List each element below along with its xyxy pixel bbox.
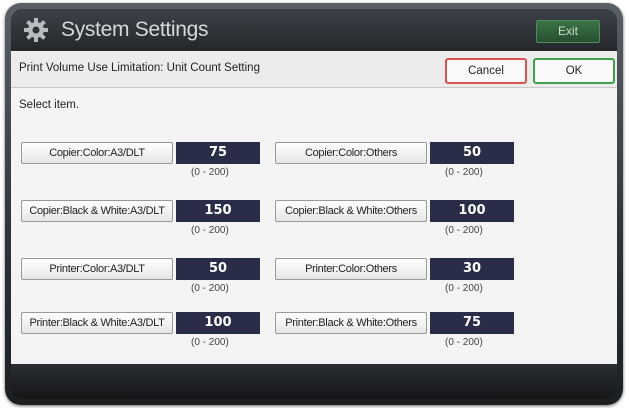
app-title: System Settings <box>61 18 209 41</box>
setting-item-button[interactable]: Copier:Black & White:A3/DLT <box>21 200 173 222</box>
setting-item-copier-color-a3: Copier:Color:A3/DLT 75 (0 - 200) <box>21 142 266 184</box>
setting-item-button[interactable]: Printer:Color:A3/DLT <box>21 258 173 280</box>
setting-item-button[interactable]: Printer:Black & White:Others <box>275 312 427 334</box>
setting-item-printer-color-a3: Printer:Color:A3/DLT 50 (0 - 200) <box>21 258 266 300</box>
setting-item-printer-bw-others: Printer:Black & White:Others 75 (0 - 200… <box>275 312 520 354</box>
setting-item-range: (0 - 200) <box>445 225 483 236</box>
setting-item-copier-bw-others: Copier:Black & White:Others 100 (0 - 200… <box>275 200 520 242</box>
setting-item-range: (0 - 200) <box>191 283 229 294</box>
exit-button[interactable]: Exit <box>536 20 600 43</box>
setting-item-button[interactable]: Copier:Color:A3/DLT <box>21 142 173 164</box>
cancel-button[interactable]: Cancel <box>445 58 527 84</box>
setting-item-range: (0 - 200) <box>445 283 483 294</box>
setting-item-range: (0 - 200) <box>445 337 483 348</box>
setting-item-value[interactable]: 150 <box>176 200 260 222</box>
title-bar: System Settings Exit <box>11 9 617 51</box>
setting-item-button[interactable]: Copier:Black & White:Others <box>275 200 427 222</box>
setting-item-copier-bw-a3: Copier:Black & White:A3/DLT 150 (0 - 200… <box>21 200 266 242</box>
setting-item-range: (0 - 200) <box>191 225 229 236</box>
setting-item-value[interactable]: 100 <box>176 312 260 334</box>
setting-item-value[interactable]: 100 <box>430 200 514 222</box>
gear-icon <box>24 18 48 42</box>
setting-item-button[interactable]: Copier:Color:Others <box>275 142 427 164</box>
setting-item-printer-color-others: Printer:Color:Others 30 (0 - 200) <box>275 258 520 300</box>
setting-item-button[interactable]: Printer:Color:Others <box>275 258 427 280</box>
setting-item-printer-bw-a3: Printer:Black & White:A3/DLT 100 (0 - 20… <box>21 312 266 354</box>
setting-item-copier-color-others: Copier:Color:Others 50 (0 - 200) <box>275 142 520 184</box>
ok-button[interactable]: OK <box>533 58 615 84</box>
setting-item-range: (0 - 200) <box>191 167 229 178</box>
setting-item-value[interactable]: 75 <box>430 312 514 334</box>
footer-bar <box>11 364 617 399</box>
select-item-prompt: Select item. <box>19 99 80 111</box>
screen: System Settings Exit Print Volume Use Li… <box>11 9 617 399</box>
settings-header: Print Volume Use Limitation: Unit Count … <box>11 51 617 88</box>
setting-item-value[interactable]: 50 <box>430 142 514 164</box>
setting-item-value[interactable]: 75 <box>176 142 260 164</box>
setting-item-value[interactable]: 30 <box>430 258 514 280</box>
setting-item-range: (0 - 200) <box>445 167 483 178</box>
setting-item-button[interactable]: Printer:Black & White:A3/DLT <box>21 312 173 334</box>
settings-panel: Print Volume Use Limitation: Unit Count … <box>11 51 617 364</box>
page-title: Print Volume Use Limitation: Unit Count … <box>19 62 260 74</box>
setting-item-range: (0 - 200) <box>191 337 229 348</box>
setting-item-value[interactable]: 50 <box>176 258 260 280</box>
